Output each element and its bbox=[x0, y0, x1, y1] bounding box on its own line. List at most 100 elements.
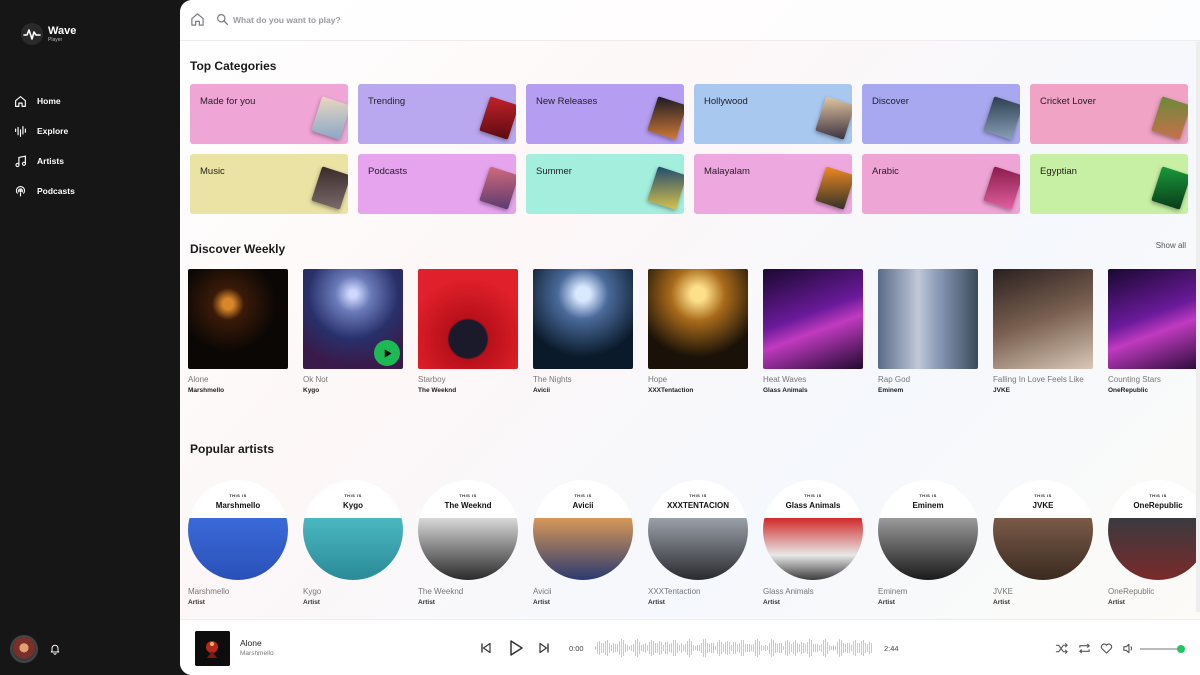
track-cover[interactable] bbox=[993, 269, 1093, 369]
nav-label: Explore bbox=[37, 126, 69, 136]
volume-knob[interactable] bbox=[1177, 645, 1185, 653]
artist-card[interactable]: THIS IS JVKE JVKE Artist bbox=[993, 480, 1093, 606]
shuffle-icon[interactable] bbox=[1055, 642, 1068, 655]
scrollbar[interactable] bbox=[1196, 42, 1200, 612]
show-all-link[interactable]: Show all bbox=[1156, 241, 1186, 250]
artist-avatar[interactable]: THIS IS Kygo bbox=[303, 480, 403, 580]
track-card[interactable]: Starboy The Weeknd bbox=[418, 269, 518, 394]
category-tile[interactable]: Made for you bbox=[190, 84, 348, 144]
waveform-seek-bar[interactable] bbox=[595, 638, 873, 658]
artist-avatar[interactable]: THIS IS OneRepublic bbox=[1108, 480, 1200, 580]
track-artist: JVKE bbox=[993, 387, 1010, 394]
waveform-bar bbox=[687, 640, 688, 656]
nav-item-explore[interactable]: Explore bbox=[14, 116, 75, 146]
home-icon[interactable] bbox=[190, 12, 205, 27]
heart-icon[interactable] bbox=[1100, 642, 1113, 655]
artist-avatar[interactable]: THIS IS Avicii bbox=[533, 480, 633, 580]
artist-card[interactable]: THIS IS OneRepublic OneRepublic Artist bbox=[1108, 480, 1200, 606]
waveform-bar bbox=[869, 641, 870, 655]
play-icon bbox=[384, 348, 392, 358]
track-card[interactable]: Counting Stars OneRepublic bbox=[1108, 269, 1200, 394]
artist-avatar[interactable]: THIS IS Eminem bbox=[878, 480, 978, 580]
artist-avatar[interactable]: THIS IS JVKE bbox=[993, 480, 1093, 580]
skip-back-icon[interactable] bbox=[480, 642, 492, 654]
artist-card[interactable]: THIS IS XXXTENTACION XXXTentaction Artist bbox=[648, 480, 748, 606]
track-cover[interactable] bbox=[763, 269, 863, 369]
track-cover[interactable] bbox=[418, 269, 518, 369]
play-icon[interactable] bbox=[506, 638, 526, 658]
category-label: Egyptian bbox=[1040, 166, 1077, 177]
artist-card[interactable]: THIS IS Kygo Kygo Artist bbox=[303, 480, 403, 606]
logo[interactable]: Wave Player bbox=[20, 22, 76, 46]
waveform-bar bbox=[777, 644, 778, 652]
user-avatar[interactable] bbox=[10, 635, 38, 663]
category-cover-art bbox=[815, 166, 852, 210]
nav-item-podcasts[interactable]: Podcasts bbox=[14, 176, 75, 206]
track-artist: The Weeknd bbox=[418, 387, 457, 394]
waveform-bar bbox=[691, 640, 692, 656]
artist-card[interactable]: THIS IS The Weeknd The Weeknd Artist bbox=[418, 480, 518, 606]
track-cover[interactable] bbox=[533, 269, 633, 369]
track-card[interactable]: Falling In Love Feels Like JVKE bbox=[993, 269, 1093, 394]
category-tile[interactable]: Music bbox=[190, 154, 348, 214]
category-cover-art bbox=[479, 166, 516, 210]
artist-banner-name: Glass Animals bbox=[785, 501, 841, 510]
artist-role: Artist bbox=[1108, 599, 1125, 606]
waveform-bar bbox=[721, 641, 722, 655]
this-is-label: THIS IS bbox=[459, 493, 477, 498]
waveform-bar bbox=[847, 642, 848, 654]
track-card[interactable]: Rap God Eminem bbox=[878, 269, 978, 394]
waveform-bar bbox=[659, 640, 660, 656]
nav-item-home[interactable]: Home bbox=[14, 86, 75, 116]
category-tile[interactable]: Egyptian bbox=[1030, 154, 1188, 214]
waveform-bar bbox=[675, 639, 676, 657]
track-cover[interactable] bbox=[1108, 269, 1200, 369]
artist-avatar[interactable]: THIS IS XXXTENTACION bbox=[648, 480, 748, 580]
now-playing-cover[interactable] bbox=[195, 631, 230, 666]
category-tile[interactable]: Trending bbox=[358, 84, 516, 144]
play-button[interactable] bbox=[374, 340, 400, 366]
category-tile[interactable]: New Releases bbox=[526, 84, 684, 144]
artist-avatar[interactable]: THIS IS Marshmello bbox=[188, 480, 288, 580]
category-tile[interactable]: Podcasts bbox=[358, 154, 516, 214]
waveform-bar bbox=[809, 639, 810, 657]
category-label: Discover bbox=[872, 96, 909, 107]
sidebar: Wave Player Home Explore Artists Podcast… bbox=[0, 0, 180, 675]
track-card[interactable]: Ok Not Kygo bbox=[303, 269, 403, 394]
category-cover-art bbox=[983, 96, 1020, 140]
artist-banner-name: JVKE bbox=[1032, 501, 1054, 510]
search-input[interactable] bbox=[233, 12, 533, 28]
bell-icon[interactable] bbox=[49, 643, 61, 655]
artist-card[interactable]: THIS IS Glass Animals Glass Animals Artist bbox=[763, 480, 863, 606]
artist-avatar[interactable]: THIS IS The Weeknd bbox=[418, 480, 518, 580]
category-tile[interactable]: Summer bbox=[526, 154, 684, 214]
repeat-icon[interactable] bbox=[1078, 642, 1091, 655]
track-card[interactable]: Hope XXXTentaction bbox=[648, 269, 748, 394]
waveform-bar bbox=[789, 642, 790, 654]
category-tile[interactable]: Arabic bbox=[862, 154, 1020, 214]
track-card[interactable]: The Nights Avicii bbox=[533, 269, 633, 394]
artist-card[interactable]: THIS IS Marshmello Marshmello Artist bbox=[188, 480, 288, 606]
artist-role: Artist bbox=[648, 599, 665, 606]
track-card[interactable]: Heat Waves Glass Animals bbox=[763, 269, 863, 394]
category-cover-art bbox=[1151, 166, 1188, 210]
category-tile[interactable]: Discover bbox=[862, 84, 1020, 144]
volume-icon[interactable] bbox=[1122, 642, 1135, 655]
skip-forward-icon[interactable] bbox=[538, 642, 550, 654]
track-cover[interactable] bbox=[878, 269, 978, 369]
artist-card[interactable]: THIS IS Eminem Eminem Artist bbox=[878, 480, 978, 606]
track-title: Hope bbox=[648, 375, 668, 384]
nav-item-artists[interactable]: Artists bbox=[14, 146, 75, 176]
track-cover[interactable] bbox=[648, 269, 748, 369]
category-tile[interactable]: Hollywood bbox=[694, 84, 852, 144]
waveform-bar bbox=[799, 644, 800, 652]
track-cover[interactable] bbox=[303, 269, 403, 369]
category-tile[interactable]: Cricket Lover bbox=[1030, 84, 1188, 144]
volume-slider[interactable] bbox=[1140, 648, 1182, 650]
track-card[interactable]: Alone Marshmello bbox=[188, 269, 288, 394]
artist-card[interactable]: THIS IS Avicii Avicii Artist bbox=[533, 480, 633, 606]
waveform-bar bbox=[783, 645, 784, 651]
track-cover[interactable] bbox=[188, 269, 288, 369]
artist-avatar[interactable]: THIS IS Glass Animals bbox=[763, 480, 863, 580]
category-tile[interactable]: Malayalam bbox=[694, 154, 852, 214]
